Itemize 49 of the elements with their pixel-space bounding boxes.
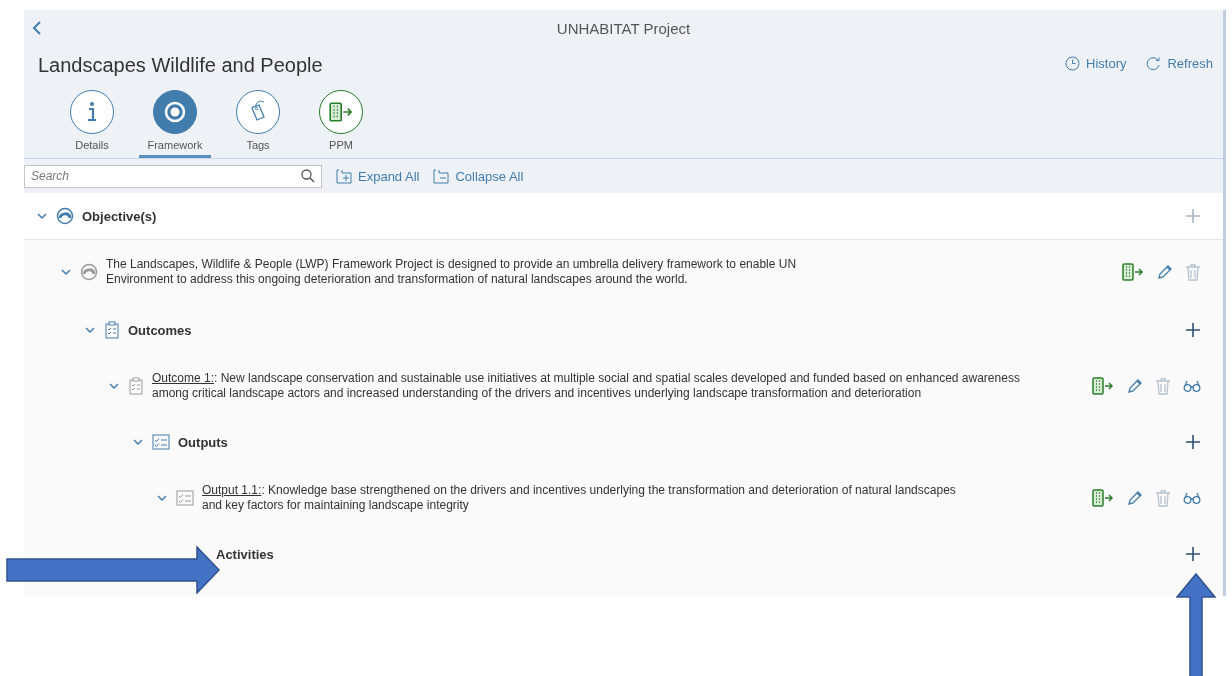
- chevron-icon[interactable]: [60, 266, 72, 278]
- edit-button[interactable]: [1157, 264, 1173, 280]
- clipboard-icon: [128, 377, 144, 395]
- item-text: Outcome 1:: New landscape conservation and sustainable use initiatives at multiple social and spatial scales developed and funded based on enhanced awareness among critical landscape actors and increased understanding of the drivers and incentives underlying landscape transformation and deterioration: [152, 371, 1021, 401]
- target-icon: [163, 100, 187, 124]
- chevron-icon[interactable]: [36, 210, 48, 222]
- add-button[interactable]: [1185, 434, 1201, 450]
- item-link[interactable]: Outcome 1:: [152, 371, 215, 385]
- chevron-icon[interactable]: [156, 492, 168, 504]
- clock-icon: [1065, 55, 1080, 71]
- chevron-icon[interactable]: [108, 380, 120, 392]
- edit-button[interactable]: [1127, 378, 1143, 394]
- clipboard-icon: [104, 321, 120, 339]
- collapse-icon: [433, 168, 450, 184]
- checklist-icon: [152, 434, 170, 450]
- section-label: Outcomes: [128, 322, 193, 338]
- objective-icon: [56, 207, 74, 225]
- page-title: Landscapes Wildlife and People: [38, 53, 323, 77]
- building-arrow-button[interactable]: [1121, 262, 1145, 282]
- building-arrow-icon: [327, 101, 355, 123]
- add-button[interactable]: [1185, 322, 1201, 338]
- refresh-icon: [1146, 55, 1162, 71]
- section-label: Objective(s): [82, 208, 158, 224]
- page-subtitle: UNHABITAT Project: [556, 19, 691, 37]
- glasses-button[interactable]: [1183, 492, 1201, 504]
- checklist-icon: [176, 490, 194, 506]
- tab[interactable]: Details: [56, 84, 128, 158]
- collapse-all-button[interactable]: Collapse All: [433, 168, 524, 184]
- expand-icon: [336, 168, 352, 184]
- edit-button[interactable]: [1127, 490, 1143, 506]
- tab[interactable]: Tags: [222, 84, 294, 158]
- building-arrow-button[interactable]: [1091, 488, 1115, 508]
- item-text: The Landscapes, Wildlife & People (LWP) Framework Project is designed to provide an umbrella delivery framework to enable UN Environment to address this ongoing deterioration and transformation of natural landscapes around the world.: [106, 257, 798, 287]
- item-text: Output 1.1:: Knowledge base strengthened on the drivers and incentives underlying the transformation and deterioration of natural landscapes and key factors for maintaining landscape integrity: [202, 483, 957, 513]
- glasses-button[interactable]: [1183, 380, 1201, 392]
- refresh-button[interactable]: Refresh: [1146, 55, 1213, 71]
- chevron-icon[interactable]: [84, 324, 96, 336]
- objective-icon: [80, 263, 98, 281]
- history-button[interactable]: History: [1065, 55, 1127, 71]
- tab[interactable]: PPM: [305, 84, 377, 158]
- section-label: Activities: [216, 546, 275, 562]
- add-button[interactable]: [1185, 546, 1201, 562]
- search-icon: [301, 168, 315, 183]
- search-field[interactable]: Search: [24, 164, 322, 188]
- tab[interactable]: Framework: [139, 84, 211, 158]
- expand-all-button[interactable]: Expand All: [336, 168, 420, 184]
- section-label: Outputs: [178, 434, 229, 450]
- building-arrow-button[interactable]: [1091, 376, 1115, 396]
- chevron-icon[interactable]: [132, 436, 144, 448]
